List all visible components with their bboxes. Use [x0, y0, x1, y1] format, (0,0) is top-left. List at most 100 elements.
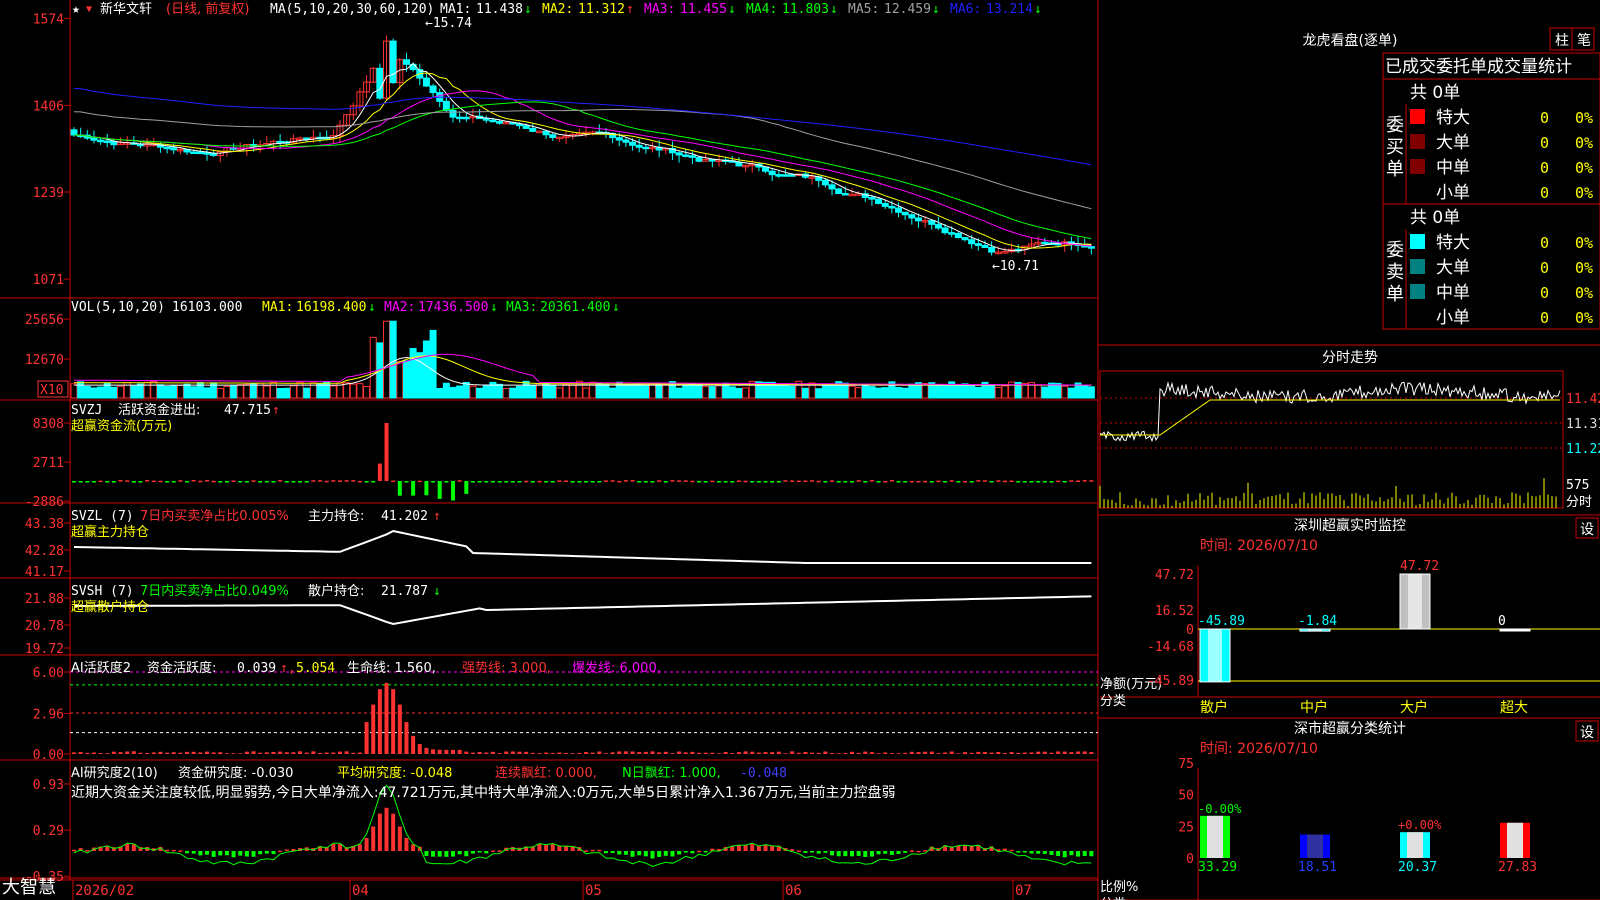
ai-activity-bar — [670, 753, 675, 754]
ai-activity-bar — [278, 751, 283, 754]
ai-activity-bar — [810, 752, 815, 754]
ai-research-bar — [1022, 851, 1027, 853]
candle — [841, 193, 849, 196]
candle — [768, 170, 776, 176]
volume-bar — [476, 387, 484, 399]
ma-legend-value: 11.312 — [578, 2, 625, 17]
ma-legend-value: 12.459 — [884, 2, 931, 17]
ai-activity-bar — [823, 751, 828, 754]
ai-activity-bar — [537, 753, 542, 754]
fund-flow-bar — [590, 481, 595, 483]
volume-bar — [861, 384, 869, 399]
dragon-btn-bar[interactable]: 柱 — [1555, 33, 1569, 49]
ai-activity-bar — [736, 752, 741, 754]
volume-bar — [988, 384, 996, 399]
ai-activity-bar — [218, 752, 223, 754]
sz_monitor-settings-button[interactable]: 设 — [1580, 522, 1594, 538]
candle — [934, 223, 942, 229]
right-panel: 龙虎看盘(逐单) 柱笔已成交委托单成交量统计委买单共 0单特大 0 0%大单 0 0%中单… — [1098, 27, 1600, 900]
ai-activity-bar — [637, 752, 642, 754]
volume-ma-line — [74, 353, 1092, 386]
ai-research-bar — [384, 807, 389, 851]
monitor-y-tick: 16.52 — [1155, 604, 1194, 619]
dragon-btn-tick[interactable]: 笔 — [1577, 33, 1591, 49]
ai-research-bar — [1069, 851, 1074, 856]
fund-flow-bar — [238, 481, 243, 483]
volume-bar — [502, 388, 510, 399]
ai-activity-bar — [1062, 751, 1067, 754]
star-icon[interactable]: ★ — [72, 2, 80, 17]
candle — [941, 227, 949, 234]
ai-research-bar — [690, 851, 695, 854]
fund-flow-bar — [657, 480, 662, 482]
ai-activity-bar — [404, 722, 409, 754]
svsh_panel-value: 21.787 — [381, 584, 428, 599]
fund-flow-bar — [324, 480, 329, 483]
buy-row-name: 小单 — [1436, 183, 1470, 203]
ai-activity-bar — [171, 752, 176, 754]
ai-activity-bar — [763, 752, 768, 754]
fund-flow-bar — [976, 480, 981, 482]
volume-bar — [183, 383, 191, 399]
svzj-text: 活跃资金进出: — [118, 402, 200, 418]
candle — [635, 144, 643, 148]
intraday-unit: 分时 — [1566, 495, 1592, 510]
volume-bar — [788, 385, 796, 399]
ai-activity-bar — [311, 751, 316, 754]
ai-avg-value: 平均研究度: -0.048 — [337, 765, 452, 781]
ma-legend-arrow: ↓ — [728, 2, 736, 17]
ai-activity-bar — [211, 752, 216, 754]
fund-flow-bar — [451, 481, 456, 501]
buy-side-label: 单 — [1386, 159, 1404, 180]
ai-research-bar — [603, 851, 608, 854]
fund-flow-bar — [756, 481, 761, 483]
y-tick-label: 2711 — [33, 456, 64, 471]
fund-flow-bar — [1002, 480, 1007, 483]
fund-flow-bar — [191, 479, 196, 482]
ai-activity-bar — [816, 752, 821, 754]
x-tick-label: 07 — [1015, 883, 1032, 899]
fund-flow-bar — [1029, 481, 1034, 483]
ai-activity-bar — [417, 744, 422, 754]
ai-activity-bar — [597, 751, 602, 754]
ai-research-legend: AI研究度2(10) 资金研究度: -0.030 平均研究度: -0.048 连续飘红… — [71, 765, 896, 801]
ma-legend-item: MA4: — [746, 2, 777, 17]
candle — [908, 214, 916, 219]
ai-activity-bar — [238, 753, 243, 754]
buy-row-name: 大单 — [1436, 133, 1470, 153]
sell-total: 共 0单 — [1410, 208, 1460, 228]
ai-activity-bar — [830, 753, 835, 754]
fund-flow-bar — [876, 481, 881, 483]
fund-flow-bar — [843, 481, 848, 483]
sell-row-count: 0 — [1540, 284, 1549, 302]
ai-lifeline: 生命线: 1.560, — [347, 660, 436, 676]
y-tick-label: 8308 — [33, 417, 64, 432]
ai-active-value: 0.039 — [237, 661, 276, 676]
fund-flow-bar — [929, 481, 934, 483]
fund-flow-bar — [630, 480, 635, 482]
sell-row-count: 0 — [1540, 259, 1549, 277]
ai-research-bar — [697, 850, 702, 853]
fund-flow-bar — [1089, 480, 1094, 482]
volume-bar — [83, 386, 91, 399]
ai-activity-bar — [836, 753, 841, 754]
ai-activity-bar — [550, 753, 555, 754]
ai-activity-bar — [677, 751, 682, 754]
fund-flow-bar — [1036, 481, 1041, 483]
monitor-bar-label: -45.89 — [1198, 614, 1245, 629]
fund-flow-bar — [896, 481, 901, 483]
volume-bar — [875, 387, 883, 399]
ai-research-bar — [444, 851, 449, 857]
ai-research-bar — [224, 851, 229, 856]
ai-research-bar — [251, 851, 256, 857]
ma-legend-item: MA5: — [848, 2, 879, 17]
volume-bar — [529, 384, 537, 399]
ai-research-bar — [830, 851, 835, 856]
ai-research-bar — [537, 844, 542, 851]
ai-research-bar — [657, 851, 662, 857]
sz_class-settings-button[interactable]: 设 — [1580, 725, 1594, 741]
ai-activity-bar — [577, 752, 582, 754]
fund-flow-bar — [231, 480, 236, 482]
ai-activity-bar — [204, 751, 209, 754]
sell-row-name: 特大 — [1436, 233, 1470, 253]
